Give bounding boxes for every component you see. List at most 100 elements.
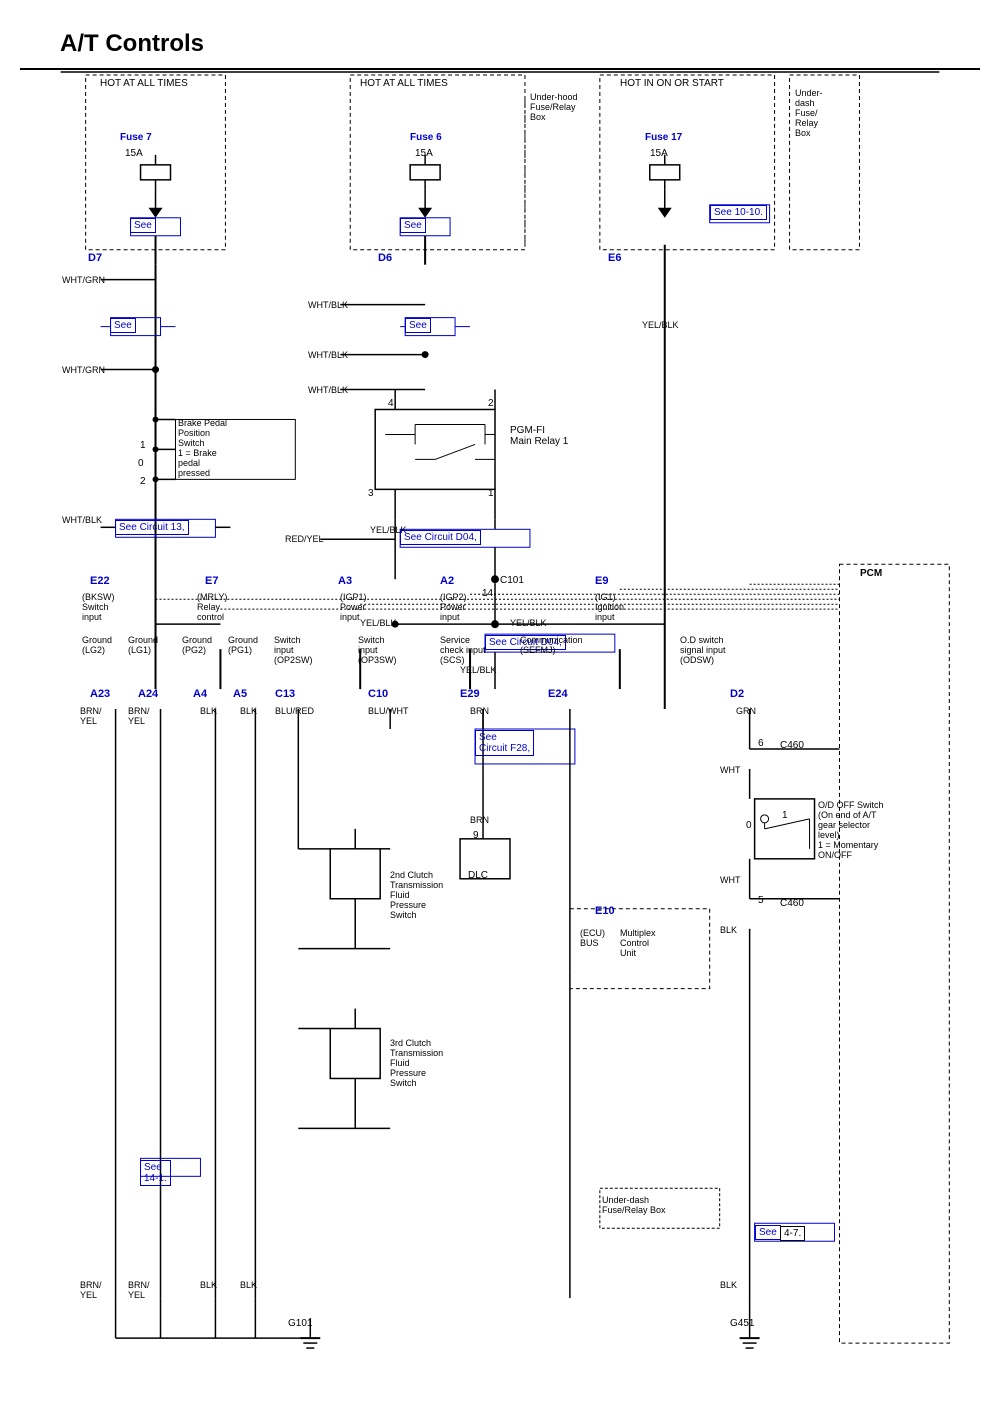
wire-wht-blk-3: WHT/BLK <box>308 385 348 395</box>
fuse17-label: Fuse 17 <box>645 132 682 143</box>
conn-A3: A3 <box>338 575 352 587</box>
conn-E22: E22 <box>90 575 110 587</box>
conn-A24: A24 <box>138 688 158 700</box>
od-signal-odsw: O.D switchsignal input(ODSW) <box>680 635 726 665</box>
conn-A4: A4 <box>193 688 207 700</box>
sw-input-op2sw: Switchinput(OP2SW) <box>274 635 313 665</box>
brake-pin-2: 2 <box>140 476 146 487</box>
conn-C10: C10 <box>368 688 388 700</box>
page-title: A/T Controls <box>0 0 1000 68</box>
pin-14: 14 <box>482 588 493 599</box>
wire-wht-grn-2: WHT/GRN <box>62 365 105 375</box>
fuse6-see: See <box>400 218 426 233</box>
conn-C101: C101 <box>500 575 524 586</box>
conn-A2: A2 <box>440 575 454 587</box>
wire-wht-blk-1: WHT/BLK <box>308 300 348 310</box>
gnd-lg2: Ground(LG2) <box>82 635 112 655</box>
see-box-D7[interactable]: See <box>110 318 136 333</box>
underhood-fuse-relay-box: Under-hoodFuse/RelayBox <box>530 92 578 122</box>
conn-D2: D2 <box>730 688 744 700</box>
wire-wht-2: WHT <box>720 875 741 885</box>
see-box-D6[interactable]: See <box>405 318 431 333</box>
wire-brn-yel-bot-2: BRN/YEL <box>128 1280 150 1300</box>
wire-blk-a4: BLK <box>200 706 217 716</box>
conn-A23: A23 <box>90 688 110 700</box>
ground-g451: G451 <box>730 1318 754 1329</box>
wire-brn-e29-2: BRN <box>470 815 489 825</box>
see-10-10[interactable]: See 10-10. <box>710 205 767 220</box>
svc-check-scs: Servicecheck input(SCS) <box>440 635 486 665</box>
see-14-1[interactable]: See14-1. <box>140 1160 171 1186</box>
wire-yel-blk-3: YEL/BLK <box>510 618 547 628</box>
gnd-lg1: Ground(LG1) <box>128 635 158 655</box>
conn-E29: E29 <box>460 688 480 700</box>
hot-in-on-or-start: HOT IN ON OR START <box>620 78 724 89</box>
conn-A5: A5 <box>233 688 247 700</box>
pcm-igp1: (IGP1)Powerinput <box>340 592 367 622</box>
2nd-clutch-label: 2nd ClutchTransmissionFluidPressureSwitc… <box>390 870 443 920</box>
wire-yel-blk-e6: YEL/BLK <box>642 320 679 330</box>
conn-E9: E9 <box>595 575 608 587</box>
od-switch-pin1: 1 <box>782 810 788 821</box>
ground-g101: G101 <box>288 1318 312 1329</box>
hot-at-all-times-1: HOT AT ALL TIMES <box>100 78 188 89</box>
c460-pin5: 5 <box>758 895 764 906</box>
conn-E7: E7 <box>205 575 218 587</box>
see-4-7[interactable]: See <box>755 1225 781 1240</box>
wire-yel-blk-4: YEL/BLK <box>460 665 497 675</box>
wire-brn-yel-a23: BRN/YEL <box>80 706 102 726</box>
wire-wht-grn-1: WHT/GRN <box>62 275 105 285</box>
wire-brn-yel-a24: BRN/YEL <box>128 706 150 726</box>
c460-label-1: C460 <box>780 740 804 751</box>
wire-wht-blk-2: WHT/BLK <box>308 350 348 360</box>
od-off-switch-label: O/D OFF Switch(On end of A/Tgear selecto… <box>818 800 884 860</box>
pin-9: 9 <box>473 830 479 841</box>
underdash-fuse-relay-box-top: Under-dashFuse/RelayBox <box>795 88 823 138</box>
wire-brn-e29: BRN <box>470 706 489 716</box>
wire-blk-bot-right: BLK <box>720 1280 737 1290</box>
wire-wht-1: WHT <box>720 765 741 775</box>
communication-sefmj: Communication(SEFMJ) <box>520 635 583 655</box>
brake-pin-0: 0 <box>138 458 144 469</box>
pin-3: 3 <box>368 488 374 499</box>
conn-E10: E10 <box>595 905 615 917</box>
wire-blk-bot-1: BLK <box>200 1280 217 1290</box>
pin-1: 1 <box>488 488 494 499</box>
pin-4: 4 <box>388 398 394 409</box>
see-circuit-f28[interactable]: SeeCircuit F28, <box>475 730 534 756</box>
pcm-label: PCM <box>860 568 882 579</box>
conn-C13: C13 <box>275 688 295 700</box>
fuse17-amps: 15A <box>650 148 668 159</box>
underdash-fuse-relay-bottom: Under-dashFuse/Relay Box <box>602 1195 666 1215</box>
c460-label-2: C460 <box>780 898 804 909</box>
hot-at-all-times-2: HOT AT ALL TIMES <box>360 78 448 89</box>
fuse6-amps: 15A <box>415 148 433 159</box>
fuse7-amps: 15A <box>125 148 143 159</box>
diagram-container: HOT AT ALL TIMES HOT AT ALL TIMES HOT IN… <box>20 68 980 1388</box>
page-4-7: 4-7. <box>780 1226 805 1241</box>
pgm-fi-relay: PGM-FIMain Relay 1 <box>510 425 568 447</box>
wire-red-yel: RED/YEL <box>285 534 324 544</box>
conn-E24: E24 <box>548 688 568 700</box>
pcm-bksw: (BKSW)Switchinput <box>82 592 115 622</box>
see-circuit-d04-upper[interactable]: See Circuit D04, <box>400 530 481 545</box>
pcm-ig1: (IG1)Ignitioninput <box>595 592 624 622</box>
wire-blu-wht: BLU/WHT <box>368 706 409 716</box>
sw-input-op3sw: Switchinput(OP3SW) <box>358 635 397 665</box>
multiplex-label: (ECU)BUS <box>580 928 605 948</box>
pcm-mrly: (MRLY)Relaycontrol <box>197 592 227 622</box>
conn-D6: D6 <box>378 252 392 264</box>
see-circuit-13[interactable]: See Circuit 13, <box>115 520 189 535</box>
conn-E6: E6 <box>608 252 621 264</box>
wire-blu-red: BLU/RED <box>275 706 314 716</box>
gnd-pg2: Ground(PG2) <box>182 635 212 655</box>
wire-grn-d2: GRN <box>736 706 756 716</box>
fuse7-see: See <box>130 218 156 233</box>
wire-blk-a5: BLK <box>240 706 257 716</box>
fuse6-label: Fuse 6 <box>410 132 442 143</box>
wire-blk-bot-2: BLK <box>240 1280 257 1290</box>
wire-wht-blk-left: WHT/BLK <box>62 515 102 525</box>
gnd-pg1: Ground(PG1) <box>228 635 258 655</box>
pcm-igp2: (IGP2)Powerinput <box>440 592 467 622</box>
od-switch-pin0: 0 <box>746 820 752 831</box>
